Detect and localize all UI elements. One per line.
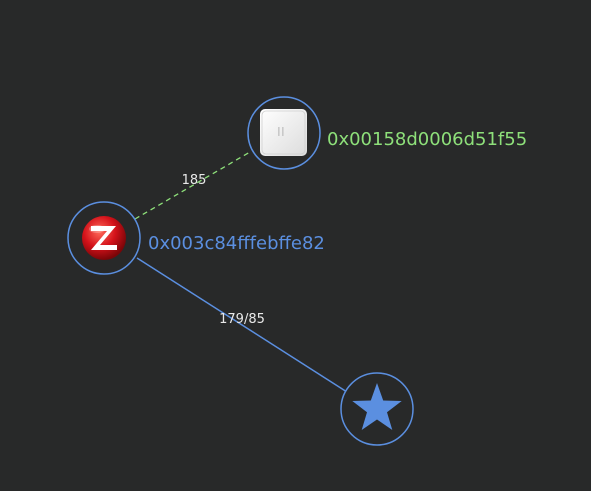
vibration-sensor-device-icon <box>260 109 307 156</box>
node-group[interactable] <box>340 372 414 446</box>
node-coordinator[interactable]: 0x003c84fffebffe82 <box>67 201 325 275</box>
node-ieee-address: 0x003c84fffebffe82 <box>148 233 325 254</box>
link-coordinator-to-group[interactable]: 179/85 <box>136 257 348 393</box>
link-lqi-label: 179/85 <box>219 312 265 327</box>
node-end-device[interactable]: 0x00158d0006d51f55 <box>247 96 527 170</box>
link-coordinator-to-end-device[interactable]: 185 <box>134 151 251 220</box>
network-map[interactable]: 185 179/85 0x00158d0006d51f55 0x003c84ff… <box>0 0 591 491</box>
zigbee-logo-icon <box>82 216 126 260</box>
link-lqi-label: 185 <box>182 173 207 188</box>
node-ieee-address: 0x00158d0006d51f55 <box>327 129 527 150</box>
